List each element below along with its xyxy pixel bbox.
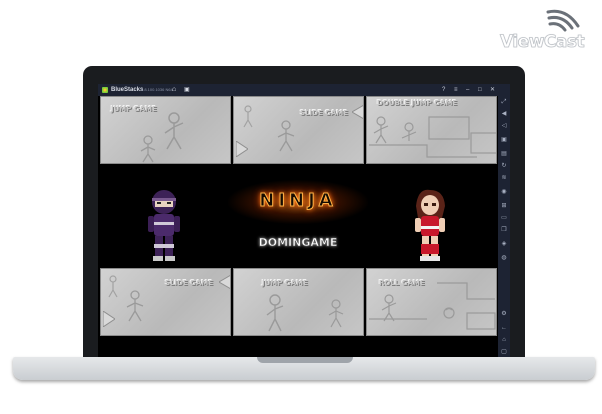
panel-slide-game-top: SLIDE GAME [233, 96, 364, 164]
panel-label: JUMP GAME [262, 279, 308, 287]
ninja-silhouette-icon [126, 290, 144, 322]
ninja-silhouette-icon [277, 120, 295, 152]
eco-icon[interactable]: ◍ [500, 254, 508, 262]
title-banner: NINJA DOMINGAME [100, 168, 498, 266]
arrow-left-icon [352, 105, 363, 119]
ninja-character-icon [148, 190, 180, 261]
volume-up-icon[interactable]: ◀ [500, 110, 508, 118]
panel-double-jump-game-top: DOUBLE JUMP GAME [366, 96, 497, 164]
folder-icon[interactable]: ▭ [500, 214, 508, 222]
viewcast-brand-text: ViewCast [500, 32, 585, 53]
home-icon[interactable]: ⌂ [500, 336, 508, 344]
copy-icon[interactable]: ❐ [500, 226, 508, 234]
game-view[interactable]: JUMP GAME SLIDE GAME DOUBLE JUMP GAME NI… [100, 96, 498, 360]
ninja-silhouette-icon [164, 112, 184, 150]
settings-icon[interactable]: ⚙ [500, 310, 508, 318]
kunoichi-character-icon [415, 189, 445, 261]
app-name: BlueStacks [111, 87, 144, 93]
ninja-silhouette-icon [243, 105, 253, 128]
bluestacks-side-toolbar: ⤢ ◀ ◁ ▣ ▤ ↻ ≋ ◉ ⊞ ▭ ❐ ◈ ◍ ⚙ ← ⌂ ▢ [498, 96, 510, 360]
volume-down-icon[interactable]: ◁ [500, 122, 508, 130]
screen-record-icon[interactable]: ▣ [500, 136, 508, 144]
platform-steps-graphic [369, 116, 496, 158]
back-icon[interactable]: ← [500, 324, 508, 332]
rotate-icon[interactable]: ↻ [500, 162, 508, 170]
roll-obstacles-graphic [369, 282, 496, 330]
panel-roll-game-bottom: ROLL GAME [366, 268, 497, 336]
arrow-right-icon [236, 141, 248, 157]
game-title: NINJA [259, 190, 337, 212]
wifi-waves-icon [546, 9, 580, 32]
shake-icon[interactable]: ≋ [500, 174, 508, 182]
keyboard-icon[interactable]: ▤ [500, 150, 508, 158]
minimize-button[interactable]: – [466, 84, 469, 96]
panel-jump-game-bottom: JUMP GAME [233, 268, 364, 336]
macro-icon[interactable]: ⊞ [500, 202, 508, 210]
arrow-left-icon [219, 275, 230, 289]
panel-label: JUMP GAME [111, 105, 157, 113]
ninja-silhouette-icon [266, 294, 284, 332]
laptop-lid: BlueStacks 5.8.100.1036 N64 ⌂ ▣ ? ≡ – □ … [83, 66, 525, 362]
laptop-notch [257, 357, 353, 363]
expand-icon[interactable]: ⤢ [500, 98, 508, 106]
studio-name: DOMINGAME [258, 236, 338, 250]
panel-slide-game-bottom: SLIDE GAME [100, 268, 231, 336]
ninja-silhouette-icon [328, 299, 344, 328]
panel-label: SLIDE GAME [300, 109, 349, 117]
menu-button[interactable]: ≡ [454, 84, 458, 96]
maximize-button[interactable]: □ [478, 84, 482, 96]
multi-instance-icon[interactable]: ▣ [184, 84, 190, 96]
panel-label: SLIDE GAME [165, 279, 214, 287]
recents-icon[interactable]: ▢ [500, 348, 508, 356]
layers-icon[interactable]: ◈ [500, 240, 508, 248]
app-version: 5.8.100.1036 N64 [141, 87, 173, 92]
home-icon[interactable]: ⌂ [172, 84, 176, 96]
close-button[interactable]: ✕ [490, 84, 495, 96]
ninja-silhouette-icon [140, 135, 156, 163]
help-button[interactable]: ? [442, 84, 445, 96]
bluestacks-title-bar: BlueStacks 5.8.100.1036 N64 ⌂ ▣ ? ≡ – □ … [98, 84, 510, 96]
panel-jump-game-top: JUMP GAME [100, 96, 231, 164]
viewcast-watermark: ViewCast [500, 6, 595, 54]
arrow-right-icon [103, 311, 115, 327]
ninja-silhouette-icon [108, 275, 118, 298]
bluestacks-logo-icon [102, 87, 108, 93]
laptop-screen: BlueStacks 5.8.100.1036 N64 ⌂ ▣ ? ≡ – □ … [98, 84, 510, 360]
camera-icon[interactable]: ◉ [500, 188, 508, 196]
